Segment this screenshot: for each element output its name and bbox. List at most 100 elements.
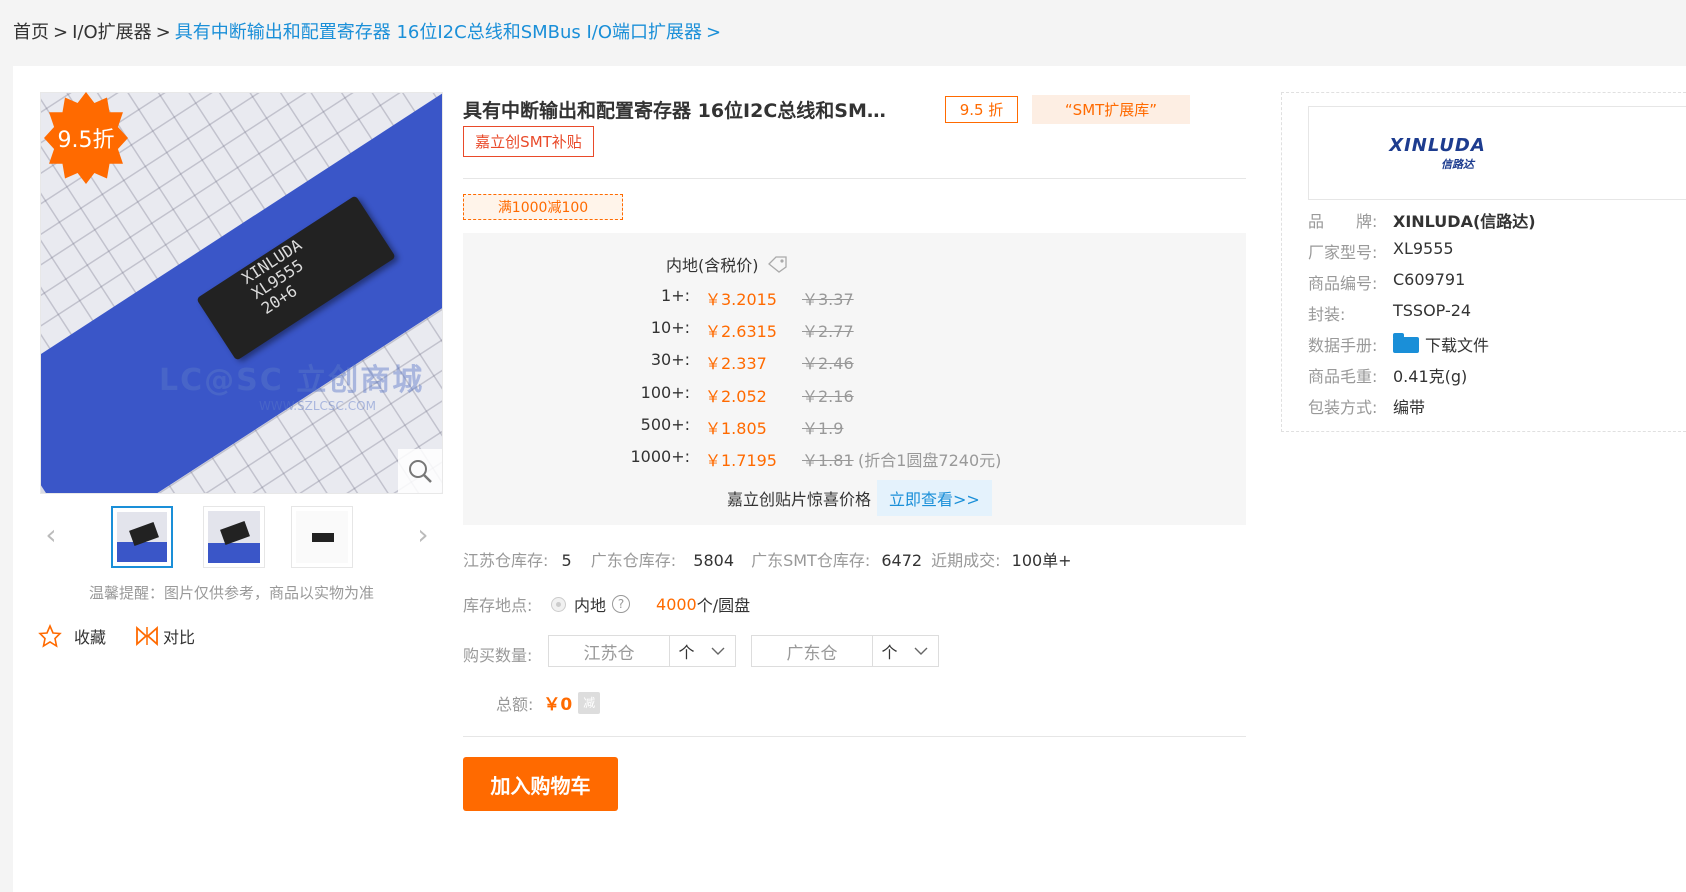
location-radio[interactable]	[551, 596, 566, 612]
breadcrumb-home[interactable]: 首页	[13, 22, 49, 43]
stock-jiangsu-value: 5	[561, 551, 572, 570]
thumbnail-2[interactable]	[203, 506, 265, 568]
jiangsu-quantity-input[interactable]: 江苏仓 个	[548, 635, 736, 667]
folder-icon	[1393, 333, 1419, 353]
tier-original-price: ￥1.81	[802, 451, 854, 470]
spec-row: 商品编号: C609791	[1308, 270, 1465, 294]
thumb-board	[117, 542, 167, 562]
discount-burst-badge: 9.5折	[44, 92, 128, 184]
location-option[interactable]: 内地	[574, 592, 606, 616]
discount-burst-text: 9.5折	[57, 128, 115, 153]
smt-library-tag: “SMT扩展库”	[1032, 95, 1190, 124]
jiangsu-unit-select[interactable]: 个	[670, 636, 734, 666]
spec-key: 厂家型号:	[1308, 243, 1378, 262]
favorite-label: 收藏	[74, 628, 107, 647]
guangdong-quantity-input[interactable]: 广东仓 个	[751, 635, 939, 667]
coupon-badge[interactable]: 满1000减100	[463, 194, 623, 220]
reel-quantity: 4000	[656, 594, 697, 614]
magnifier-icon	[409, 460, 432, 483]
stock-jiangsu-label: 江苏仓库存:	[463, 551, 549, 570]
compare-button[interactable]: 对比	[135, 624, 195, 648]
patch-label: 嘉立创贴片惊喜价格	[727, 490, 872, 509]
spec-value: 编带	[1393, 398, 1426, 417]
breadcrumb: 首页 > I/O扩展器 > 具有中断输出和配置寄存器 16位I2C总线和SMBus I/…	[13, 18, 725, 44]
spec-value: XL9555	[1393, 239, 1454, 258]
location-label: 库存地点:	[463, 596, 533, 615]
breadcrumb-separator: >	[53, 22, 69, 43]
product-title: 具有中断输出和配置寄存器 16位I2C总线和SM…	[463, 100, 886, 122]
tier-note: (折合1圆盘7240元)	[858, 451, 1002, 470]
spec-row: 包装方式: 编带	[1308, 394, 1425, 418]
guangdong-unit-select[interactable]: 个	[873, 636, 937, 666]
tier-original-price: ￥2.46	[802, 354, 854, 374]
brand-logo[interactable]: XINLUDA 信路达	[1308, 106, 1686, 200]
stock-info: 江苏仓库存: 5 广东仓库存: 5804 广东SMT仓库存: 6472 近期成交…	[463, 547, 1072, 571]
stock-location: 库存地点: 内地 ? 4000 个/圆盘	[463, 592, 750, 616]
tier-quantity: 30+:	[650, 350, 690, 370]
tier-price: ￥2.337	[705, 354, 767, 374]
tier-original-price: ￥1.9	[802, 418, 844, 438]
recent-deals-value: 100单+	[1011, 551, 1072, 570]
compare-label: 对比	[163, 628, 196, 647]
thumbnail-1[interactable]	[111, 506, 173, 568]
tag-icon	[767, 256, 787, 273]
price-tier-row: 10+: ￥2.6315 ￥2.77	[600, 318, 1060, 342]
price-tier-row: 1000+: ￥1.7195 ￥1.81 (折合1圆盘7240元)	[600, 447, 1060, 470]
tier-quantity: 10+:	[650, 318, 690, 338]
unit-label: 个	[881, 643, 898, 662]
price-region-label: 内地(含税价)	[666, 256, 759, 275]
spec-row: 商品毛重: 0.41克(g)	[1308, 363, 1467, 387]
thumb-next-arrow-icon[interactable]: ›	[412, 518, 434, 552]
datasheet-download-link[interactable]: 下载文件	[1393, 332, 1489, 356]
spec-value: 0.41克(g)	[1393, 367, 1468, 386]
tier-quantity: 100+:	[640, 382, 690, 402]
zoom-button[interactable]	[398, 449, 442, 493]
add-to-cart-button[interactable]: 加入购物车	[463, 757, 618, 811]
photo-disclaimer: 温馨提醒：图片仅供参考，商品以实物为准	[89, 584, 375, 602]
spec-row: 封装: TSSOP-24	[1308, 301, 1471, 325]
jiangsu-quantity-field[interactable]: 江苏仓	[549, 636, 670, 666]
divider	[463, 736, 1246, 737]
stock-smt-label: 广东SMT仓库存:	[751, 551, 871, 570]
tier-original-price: ￥2.16	[802, 386, 854, 406]
tier-quantity: 1000+:	[630, 447, 690, 466]
price-tier-row: 1+: ￥3.2015 ￥3.37	[600, 286, 1060, 309]
stock-guangdong-label: 广东仓库存:	[590, 551, 677, 570]
chevron-down-icon	[711, 647, 725, 655]
total-amount: 总额: ￥0 减	[496, 690, 601, 715]
chevron-down-icon	[914, 647, 928, 655]
divider	[463, 178, 1246, 179]
total-value: ￥0	[543, 695, 573, 715]
tier-price: ￥2.6315	[705, 322, 777, 342]
spec-key: 商品毛重:	[1308, 367, 1378, 386]
thumbnail-3[interactable]	[291, 506, 353, 568]
spec-key: 数据手册:	[1308, 336, 1378, 355]
smt-subsidy-tag[interactable]: 嘉立创SMT补贴	[463, 126, 594, 157]
tier-price: ￥2.052	[705, 386, 767, 406]
recent-deals-label: 近期成交:	[931, 551, 1001, 570]
spec-key: 包装方式:	[1308, 398, 1378, 417]
tier-quantity: 1+:	[661, 286, 690, 305]
smt-patch-price: 嘉立创贴片惊喜价格 立即查看>>	[727, 480, 992, 516]
spec-key: 封装:	[1308, 305, 1346, 324]
price-tier-row: 100+: ￥2.052 ￥2.16	[600, 382, 1060, 406]
price-tier-row: 30+: ￥2.337 ￥2.46	[600, 350, 1060, 374]
price-tier-row: 500+: ￥1.805 ￥1.9	[600, 415, 1060, 438]
tier-price: ￥3.2015	[705, 290, 777, 309]
spec-value: XINLUDA(信路达)	[1393, 212, 1536, 231]
favorite-button[interactable]: 收藏	[38, 624, 106, 648]
breadcrumb-product[interactable]: 具有中断输出和配置寄存器 16位I2C总线和SMBus I/O端口扩展器	[175, 22, 702, 43]
spec-key: 商品编号:	[1308, 274, 1378, 293]
help-icon[interactable]: ?	[612, 595, 631, 613]
tier-price: ￥1.805	[705, 418, 767, 438]
tier-original-price: ￥2.77	[802, 322, 854, 342]
discount-badge: 减	[578, 691, 601, 714]
patch-view-link[interactable]: 立即查看>>	[877, 480, 992, 516]
breadcrumb-category[interactable]: I/O扩展器	[72, 22, 152, 43]
guangdong-quantity-field[interactable]: 广东仓	[752, 636, 873, 666]
thumb-chip	[312, 533, 334, 542]
spec-value: C609791	[1393, 270, 1466, 289]
watermark: LC@SC 立创商城	[159, 363, 425, 398]
thumb-prev-arrow-icon[interactable]: ‹	[40, 518, 62, 552]
spec-row: 数据手册: 下载文件	[1308, 332, 1489, 356]
